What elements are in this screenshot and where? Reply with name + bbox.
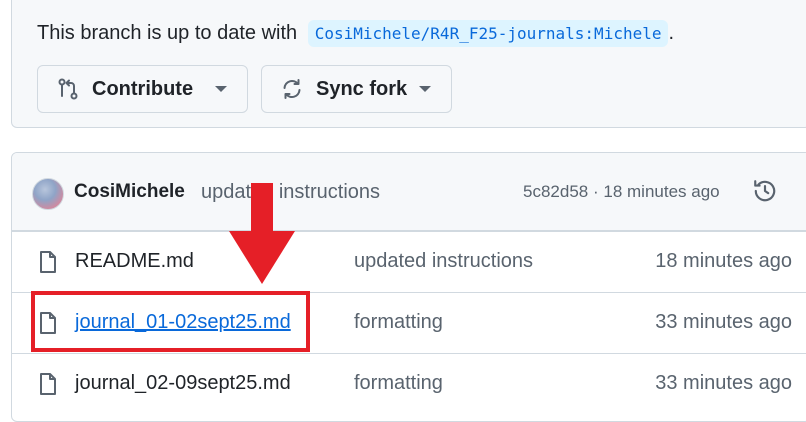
file-commit-time: 33 minutes ago: [655, 311, 792, 333]
branch-ref-label[interactable]: CosiMichele/R4R_F25-journals:Michele: [307, 20, 669, 47]
branch-status-suffix: .: [668, 22, 675, 44]
sync-fork-button[interactable]: Sync fork: [261, 65, 452, 113]
file-name-link[interactable]: journal_01-02sept25.md: [75, 311, 291, 334]
sync-fork-label: Sync fork: [316, 77, 408, 100]
file-icon: [38, 250, 58, 274]
history-icon[interactable]: [752, 178, 778, 204]
commit-meta: 5c82d58 · 18 minutes ago: [523, 182, 720, 202]
branch-status-panel: This branch is up to date with CosiMiche…: [11, 0, 806, 128]
git-compare-icon: [56, 77, 80, 101]
commit-hash[interactable]: 5c82d58: [523, 182, 588, 201]
commit-separator: ·: [592, 182, 599, 201]
file-row[interactable]: journal_02-09sept25.md formatting 33 min…: [12, 353, 806, 414]
file-icon: [38, 372, 58, 396]
commit-time: 18 minutes ago: [603, 182, 720, 201]
contribute-button[interactable]: Contribute: [37, 65, 248, 113]
file-commit-time: 33 minutes ago: [655, 372, 792, 394]
file-list-panel: CosiMichele updated instructions 5c82d58…: [11, 152, 806, 422]
file-commit-message[interactable]: formatting: [354, 372, 443, 395]
latest-commit-row: CosiMichele updated instructions 5c82d58…: [12, 153, 806, 231]
branch-status-text: This branch is up to date with: [37, 22, 298, 44]
branch-status-line: This branch is up to date with CosiMiche…: [37, 20, 675, 47]
file-commit-message[interactable]: formatting: [354, 311, 443, 334]
file-commit-message[interactable]: updated instructions: [354, 250, 533, 273]
chevron-down-icon: [419, 86, 431, 92]
file-row[interactable]: journal_01-02sept25.md formatting 33 min…: [12, 292, 806, 353]
sync-icon: [280, 77, 304, 101]
annotation-arrow: [229, 183, 295, 284]
chevron-down-icon: [215, 86, 227, 92]
file-name[interactable]: README.md: [75, 250, 194, 273]
file-row[interactable]: README.md updated instructions 18 minute…: [12, 231, 806, 292]
file-commit-time: 18 minutes ago: [655, 250, 792, 272]
avatar[interactable]: [32, 178, 64, 210]
file-icon: [38, 311, 58, 335]
file-name[interactable]: journal_02-09sept25.md: [75, 372, 291, 395]
commit-author[interactable]: CosiMichele: [74, 181, 185, 203]
contribute-label: Contribute: [92, 77, 194, 100]
